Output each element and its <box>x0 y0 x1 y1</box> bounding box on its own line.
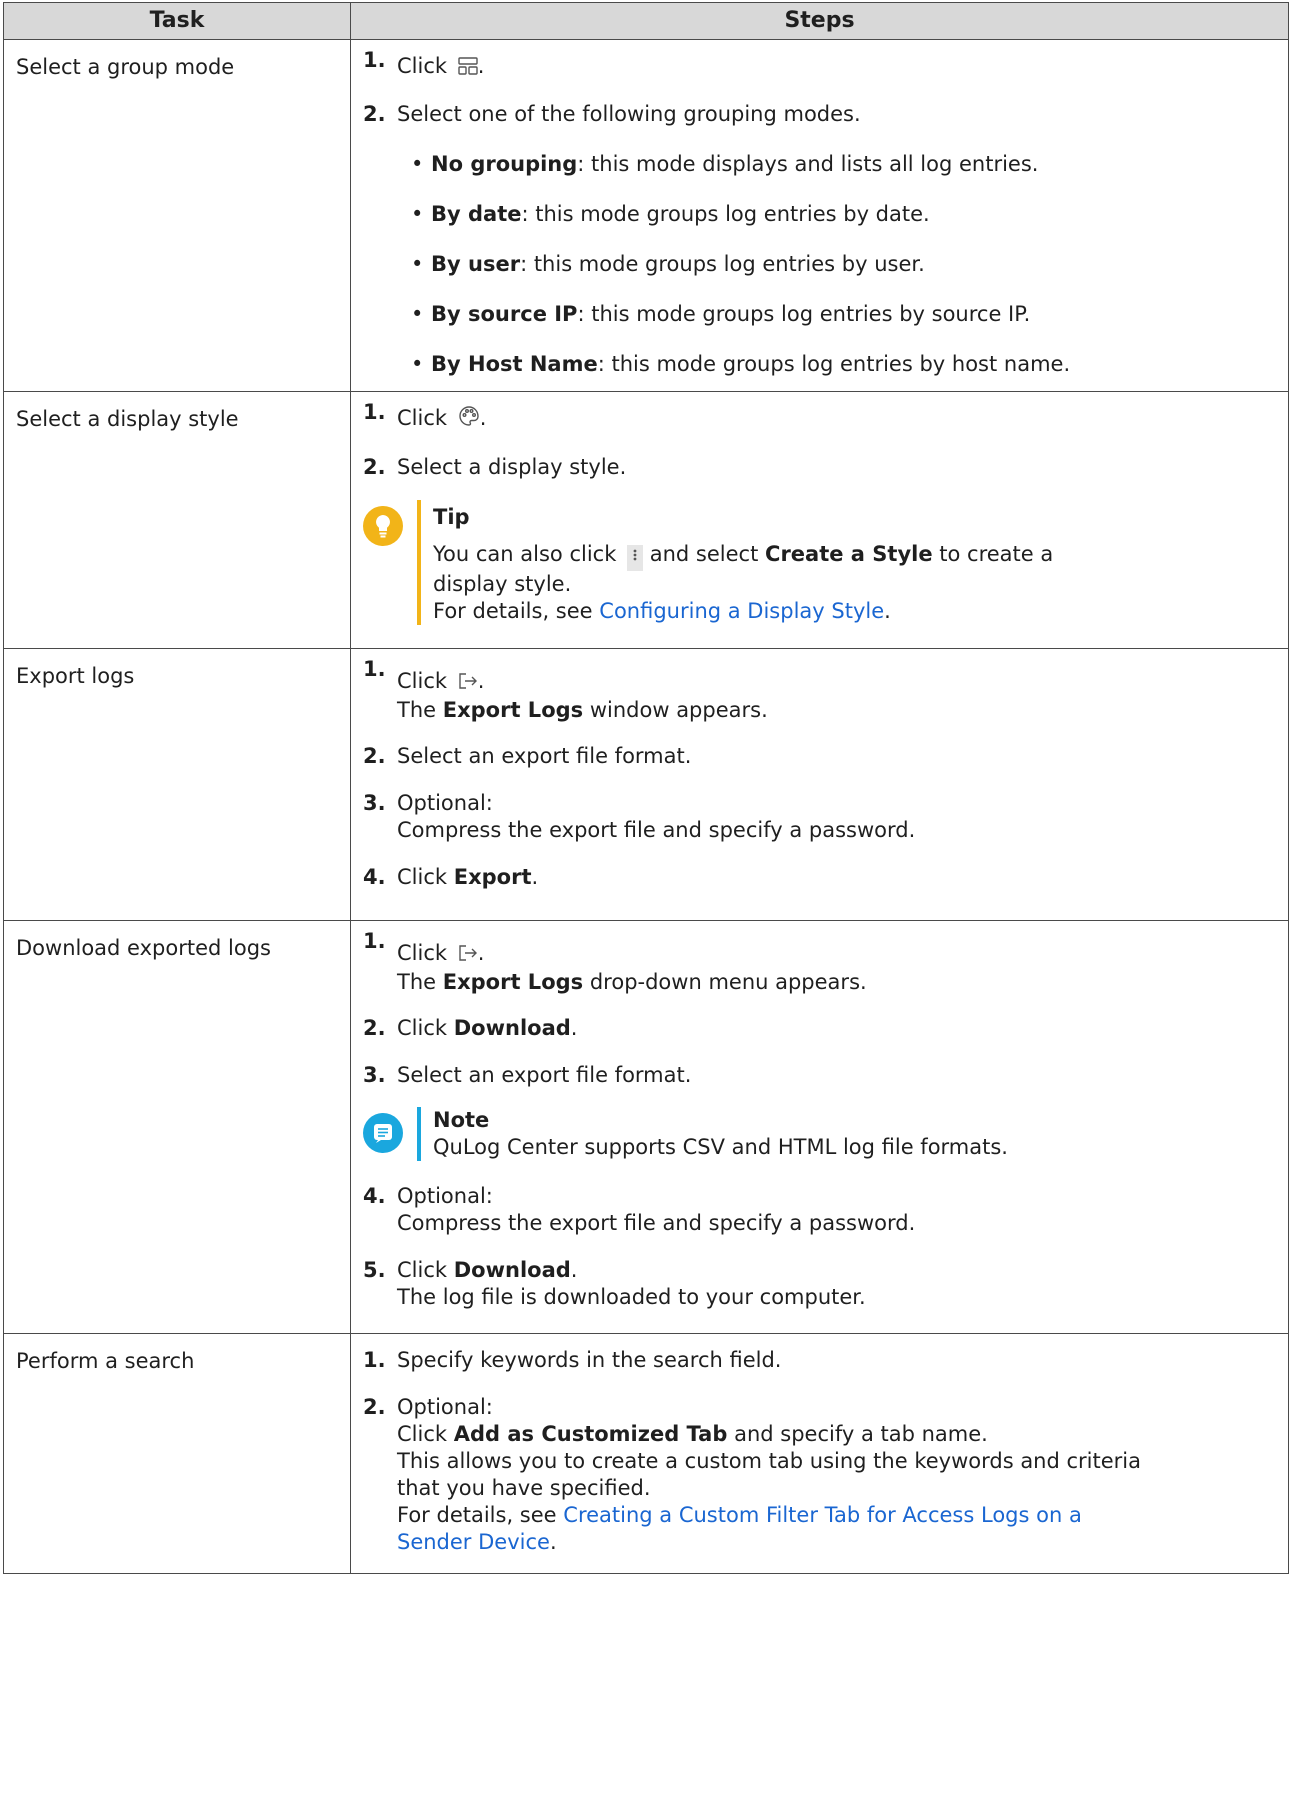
lightbulb-icon <box>363 506 403 546</box>
steps-cell: 1. Click . The Export Logs drop-down men… <box>350 920 1289 1334</box>
header-steps: Steps <box>350 2 1289 40</box>
step: 1. Click . The Export Logs drop-down men… <box>363 929 867 994</box>
table-row: Export logs 1. Click . The Export Logs w… <box>3 648 1289 921</box>
steps-cell: 1. Click . The Export Logs window appear… <box>350 648 1289 921</box>
step: 2. Click Download. <box>363 1016 578 1040</box>
step-number: 2. <box>363 1395 386 1419</box>
step-number: 3. <box>363 1063 386 1087</box>
grouping-mode-list: • No grouping: this mode displays and lis… <box>363 151 1278 378</box>
table-header-row: Task Steps <box>3 2 1289 40</box>
step: 2. Select a display style. <box>363 455 627 479</box>
more-vertical-icon <box>627 545 644 571</box>
step: 1. Click . <box>363 48 1278 82</box>
step-number: 1. <box>363 48 386 72</box>
step-number: 1. <box>363 929 386 953</box>
list-item: • No grouping: this mode displays and lis… <box>411 152 1039 176</box>
list-item: • By source IP: this mode groups log entr… <box>411 302 1031 326</box>
custom-filter-tab-link[interactable]: Creating a Custom Filter Tab for Access … <box>563 1503 1082 1527</box>
list-item: • By user: this mode groups log entries b… <box>411 252 925 276</box>
step: 3. Select an export file format. <box>363 1063 692 1087</box>
table-row: Select a display style 1. Click . 2. Sel… <box>3 391 1289 649</box>
note-title: Note <box>433 1108 490 1132</box>
group-mode-icon <box>458 55 478 82</box>
step: 3. Optional: Compress the export file an… <box>363 791 916 842</box>
export-icon <box>458 670 478 697</box>
task-cell: Select a group mode <box>3 39 351 392</box>
header-task: Task <box>3 2 351 40</box>
task-cell: Select a display style <box>3 391 351 649</box>
step-number: 3. <box>363 791 386 815</box>
step: 2. Select one of the following grouping … <box>363 102 861 126</box>
note-icon <box>363 1113 403 1153</box>
step: 4. Click Export. <box>363 865 539 889</box>
palette-icon <box>458 405 480 434</box>
step-number: 1. <box>363 1348 386 1372</box>
steps-cell: 1. Click . 2. Select a display style. Ti… <box>350 391 1289 649</box>
task-cell: Download exported logs <box>3 920 351 1334</box>
custom-filter-tab-link-cont[interactable]: Sender Device <box>397 1530 550 1554</box>
step-number: 1. <box>363 400 386 424</box>
step: 5. Click Download. The log file is downl… <box>363 1258 866 1309</box>
table-row: Select a group mode 1. Click . 2. Select… <box>3 39 1289 392</box>
task-cell: Export logs <box>3 648 351 921</box>
export-icon <box>458 942 478 969</box>
note-callout: Note QuLog Center supports CSV and HTML … <box>363 1107 1278 1161</box>
steps-cell: 1. Click . 2. Select one of the followin… <box>350 39 1289 392</box>
step-number: 2. <box>363 455 386 479</box>
step: 2. Optional: Click Add as Customized Tab… <box>363 1395 1142 1554</box>
step-number: 1. <box>363 657 386 681</box>
tip-title: Tip <box>433 505 470 529</box>
step: 1. Click . The Export Logs window appear… <box>363 657 768 722</box>
task-steps-table: Task Steps Select a group mode 1. Click … <box>3 2 1289 1574</box>
tip-callout: Tip You can also click and select Create… <box>363 500 1278 625</box>
step: 1. Click . <box>363 400 1278 434</box>
step-number: 4. <box>363 865 386 889</box>
step-number: 5. <box>363 1258 386 1282</box>
step: 4. Optional: Compress the export file an… <box>363 1184 916 1235</box>
table-row: Perform a search 1. Specify keywords in … <box>3 1333 1289 1574</box>
task-cell: Perform a search <box>3 1333 351 1574</box>
configuring-display-style-link[interactable]: Configuring a Display Style <box>599 599 884 623</box>
step-number: 2. <box>363 1016 386 1040</box>
table-row: Download exported logs 1. Click . The Ex… <box>3 920 1289 1334</box>
list-item: • By Host Name: this mode groups log entr… <box>411 352 1071 376</box>
step-number: 2. <box>363 744 386 768</box>
steps-cell: 1. Specify keywords in the search field.… <box>350 1333 1289 1574</box>
step: 2. Select an export file format. <box>363 744 692 768</box>
step-number: 4. <box>363 1184 386 1208</box>
step-number: 2. <box>363 102 386 126</box>
list-item: • By date: this mode groups log entries b… <box>411 202 930 226</box>
step: 1. Specify keywords in the search field. <box>363 1348 782 1372</box>
